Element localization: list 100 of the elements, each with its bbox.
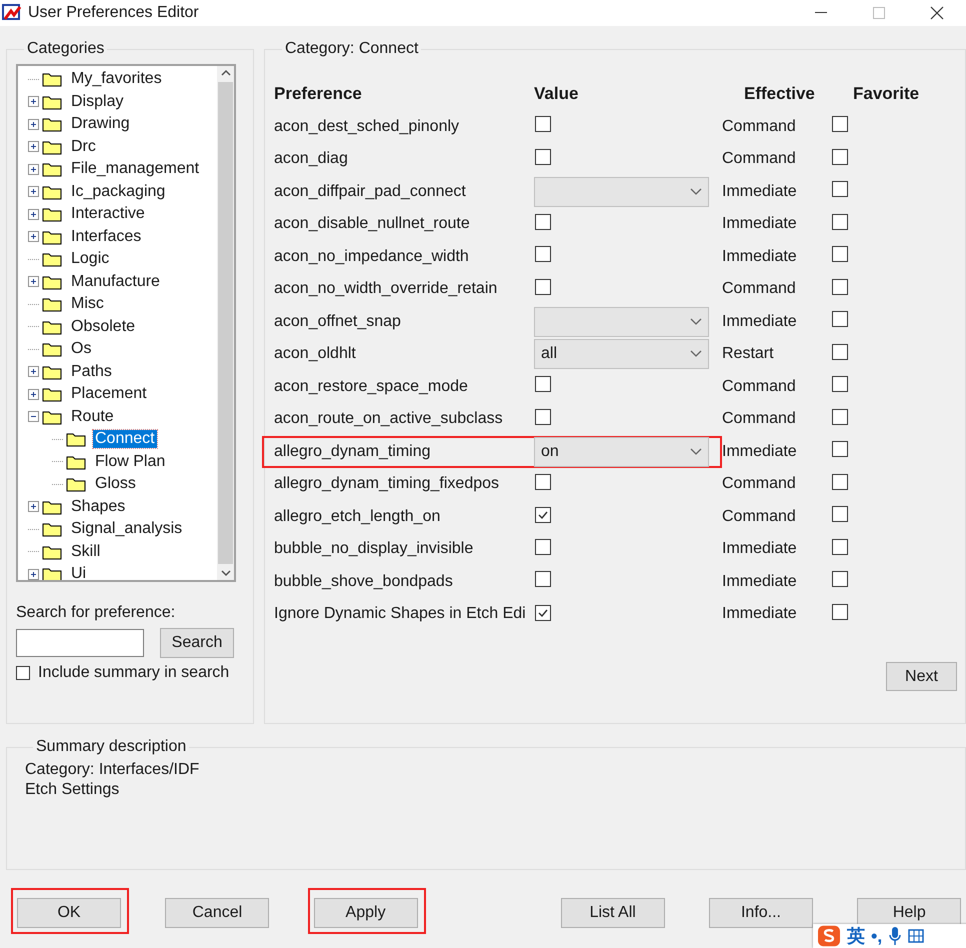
keyboard-icon[interactable] [908,928,924,944]
checkbox[interactable] [535,507,551,524]
tree-item[interactable]: File_management [69,160,202,178]
expand-icon[interactable] [28,568,39,580]
checkbox[interactable] [535,376,551,392]
checkbox[interactable] [535,148,551,165]
checkbox[interactable] [535,474,551,490]
folder-icon [42,184,62,200]
checkbox[interactable] [535,408,551,425]
favorite-checkbox[interactable] [832,506,848,522]
tree-item[interactable]: Drc [69,138,98,156]
favorite-checkbox[interactable] [832,376,848,392]
dialog-button[interactable]: Cancel [165,898,270,928]
tree-item[interactable]: Placement [69,385,149,404]
favorite-checkbox[interactable] [832,441,848,458]
punctuation-mode[interactable]: •, [871,926,882,946]
favorite-checkbox[interactable] [832,181,848,198]
folder-icon [42,544,62,560]
tree-item[interactable]: Flow Plan [93,452,168,471]
folder-icon [42,228,62,245]
favorite-checkbox[interactable] [832,474,848,490]
tree-item[interactable]: Ic_packaging [69,182,168,201]
checkmark-icon [537,509,549,522]
tree-item[interactable]: Interactive [69,205,147,224]
preference-name: acon_diffpair_pad_connect [274,182,467,201]
search-field[interactable] [16,629,144,657]
expand-icon[interactable] [28,141,39,152]
checkbox[interactable] [535,604,551,621]
tree-item[interactable]: Display [69,92,126,111]
tree-item[interactable]: Signal_analysis [69,520,184,538]
preference-name: acon_diag [274,150,349,168]
folder-icon [66,454,86,470]
tree-item[interactable]: Os [69,340,94,358]
favorite-checkbox[interactable] [832,344,848,360]
favorite-checkbox[interactable] [832,246,848,262]
tree-item[interactable]: Paths [69,362,114,381]
favorite-checkbox[interactable] [832,311,848,328]
dialog-button[interactable]: List All [560,898,665,928]
tree-item[interactable]: Misc [69,295,106,314]
dropdown[interactable]: all [534,339,709,370]
checkbox[interactable] [535,278,551,295]
expand-icon[interactable] [28,501,39,512]
tree-item[interactable]: My_favorites [69,70,164,88]
tree-item[interactable]: Shapes [69,498,128,516]
expand-icon[interactable] [28,208,39,220]
scrollbar[interactable] [217,66,234,580]
category-tree[interactable]: My_favorites Display Drawing Drc File_management Ic_packaging Interactive Interfaces Logic Manufacture Misc Obsolete Os Paths Placement Route Connect Flow Plan Gloss Shapes Signal_analysis Skill Ui [16,64,236,582]
dialog-button[interactable]: Apply [314,898,418,928]
favorite-checkbox[interactable] [832,116,848,132]
panel-title: Summary description [35,738,188,756]
checkbox[interactable] [535,571,551,588]
tree-item[interactable]: Route [69,408,116,426]
tree-item[interactable]: Connect [93,430,157,448]
effective-value: Immediate [722,312,798,331]
folder-icon [42,566,62,580]
checkbox[interactable] [535,214,551,230]
expand-icon[interactable] [28,118,39,130]
favorite-checkbox[interactable] [832,538,848,555]
tree-item[interactable]: Gloss [93,475,138,494]
preference-name: allegro_dynam_timing_fixedpos [274,475,500,494]
favorite-checkbox[interactable] [832,148,848,165]
checkbox[interactable] [535,116,551,132]
tree-item[interactable]: Ui [69,565,88,580]
expand-icon[interactable] [28,231,39,242]
expand-icon[interactable] [28,388,39,400]
expand-icon[interactable] [28,96,39,108]
summary-text: Category: Interfaces/IDF [25,760,200,780]
dropdown[interactable]: on [534,436,709,467]
dialog-button[interactable]: OK [17,898,121,928]
favorite-checkbox[interactable] [832,408,848,425]
preference-name: allegro_etch_length_on [274,508,442,526]
favorite-checkbox[interactable] [832,604,848,620]
collapse-icon[interactable] [28,411,39,422]
expand-icon[interactable] [28,164,39,175]
checkbox[interactable] [535,246,551,262]
favorite-checkbox[interactable] [832,571,848,588]
tree-item[interactable]: Obsolete [69,318,138,336]
folder-icon [42,206,62,222]
tree-item[interactable]: Drawing [69,115,132,134]
dialog-button[interactable]: Info... [708,898,813,928]
tree-item[interactable]: Skill [69,542,102,561]
preference-name: acon_route_on_active_subclass [274,410,504,428]
expand-icon[interactable] [28,276,39,288]
preference-name: allegro_dynam_timing [274,442,432,461]
tree-item[interactable]: Logic [69,250,112,268]
preference-name: acon_dest_sched_pinonly [274,118,460,136]
dropdown-value: all [541,345,558,364]
column-header: Favorite [853,84,920,104]
input-method-logo-icon[interactable] [817,925,841,947]
tree-item[interactable]: Interfaces [69,228,144,246]
checkbox[interactable] [16,666,30,680]
favorite-checkbox[interactable] [832,214,848,230]
expand-icon[interactable] [28,186,39,198]
checkbox[interactable] [535,538,551,555]
expand-icon[interactable] [28,366,39,378]
favorite-checkbox[interactable] [832,278,848,295]
search-button[interactable]: Search [160,628,234,658]
microphone-icon[interactable] [888,926,902,946]
tree-item[interactable]: Manufacture [69,272,162,291]
next-button[interactable]: Next [886,662,957,691]
